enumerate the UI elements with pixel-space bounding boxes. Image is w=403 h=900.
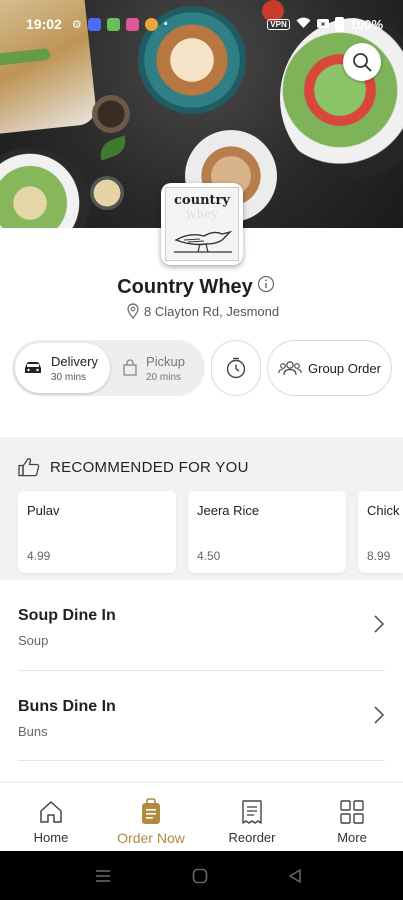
system-navigation-bar <box>0 851 403 900</box>
search-icon <box>353 53 372 72</box>
nav-order-now-label: Order Now <box>117 830 185 846</box>
svg-text:×: × <box>321 21 325 28</box>
settings-icon: ⚙ <box>71 18 82 31</box>
logo-text-line2: whey <box>186 207 218 221</box>
android-icon <box>106 17 120 31</box>
pickup-mode-button[interactable]: Pickup 20 mins <box>122 343 204 393</box>
category-title: Soup Dine In <box>18 607 116 624</box>
home-icon <box>40 801 62 823</box>
delivery-time: 30 mins <box>51 371 87 383</box>
category-row[interactable]: Buns Dine In Buns <box>0 671 403 761</box>
receipt-icon <box>242 800 262 824</box>
nav-order-now[interactable]: Order Now <box>101 783 201 852</box>
item-price: 4.50 <box>197 549 221 563</box>
schedule-order-button[interactable] <box>211 340 261 396</box>
delivery-mode-button[interactable]: Delivery 30 mins <box>15 343 110 393</box>
store-address: 8 Clayton Rd, Jesmond <box>126 303 279 319</box>
bird-logo-icon <box>174 230 233 253</box>
app-notification-icon <box>87 17 101 31</box>
car-icon <box>25 362 41 373</box>
app-notification-icon <box>144 17 158 31</box>
pickup-time: 20 mins <box>146 371 182 383</box>
store-name: Country Whey <box>117 276 253 298</box>
hero-spice-bowl <box>92 95 130 133</box>
chevron-right-icon <box>374 615 385 633</box>
chevron-right-icon <box>374 706 385 724</box>
item-name: Chick <box>367 503 400 518</box>
hero-leaf <box>96 135 130 161</box>
app-notification-icon <box>125 17 139 31</box>
battery-percentage: 100% <box>349 16 383 32</box>
hero-salad-plate <box>280 18 403 178</box>
order-bag-icon <box>142 798 160 824</box>
vpn-icon: VPN <box>267 18 290 30</box>
recommended-item-card[interactable]: Jeera Rice 4.50 <box>188 491 346 573</box>
bottom-navigation: Home Order Now Reorder More <box>0 782 403 851</box>
recommended-header: RECOMMENDED FOR YOU <box>18 457 249 477</box>
pickup-label: Pickup <box>146 353 186 369</box>
info-icon <box>257 275 275 293</box>
back-icon[interactable] <box>287 868 303 884</box>
recent-apps-icon[interactable] <box>95 869 111 883</box>
divider <box>18 760 385 761</box>
recommended-item-card[interactable]: Chick 8.99 <box>358 491 403 573</box>
group-order-label: Group Order <box>308 360 381 376</box>
thumbs-up-icon <box>18 458 40 477</box>
search-button[interactable] <box>343 43 381 81</box>
shopping-bag-icon <box>123 359 137 376</box>
timer-icon <box>226 357 246 379</box>
delivery-label: Delivery <box>51 353 98 369</box>
signal-icon: × <box>316 17 329 32</box>
nav-more[interactable]: More <box>302 783 402 852</box>
order-mode-toggle: Delivery 30 mins Pickup 20 mins <box>12 340 205 396</box>
hero-salad-bowl <box>0 148 90 228</box>
hero-dip-cup <box>90 176 124 210</box>
status-system-icons: VPN × 100% <box>267 16 383 32</box>
nav-reorder-label: Reorder <box>228 830 276 845</box>
wifi-icon <box>296 17 311 32</box>
group-users-icon <box>278 361 302 376</box>
nav-home-label: Home <box>33 830 69 845</box>
status-bar: 19:02 ⚙ • VPN × 100% <box>0 12 403 36</box>
home-circle-icon[interactable] <box>192 868 208 884</box>
nav-reorder[interactable]: Reorder <box>202 783 302 852</box>
recommended-section: RECOMMENDED FOR YOU Pulav 4.99 Jeera Ric… <box>0 437 403 580</box>
category-title: Buns Dine In <box>18 698 116 715</box>
item-price: 8.99 <box>367 549 391 563</box>
nav-more-label: More <box>337 830 367 845</box>
location-pin-icon <box>127 303 139 319</box>
store-info-button[interactable] <box>257 275 275 293</box>
item-price: 4.99 <box>27 549 51 563</box>
category-row[interactable]: Soup Dine In Soup <box>0 580 403 670</box>
address-text: 8 Clayton Rd, Jesmond <box>144 303 280 319</box>
category-subtitle: Buns <box>18 724 48 739</box>
group-order-button[interactable]: Group Order <box>267 340 392 396</box>
grid-icon <box>340 800 364 824</box>
recommended-title: RECOMMENDED FOR YOU <box>50 458 249 476</box>
battery-icon <box>334 16 344 32</box>
store-logo: country whey <box>161 183 243 265</box>
dot-icon: • <box>163 18 168 30</box>
item-name: Jeera Rice <box>197 503 260 518</box>
nav-home[interactable]: Home <box>1 783 101 852</box>
status-notification-icons: ⚙ • <box>71 17 168 31</box>
logo-text-line1: country <box>174 193 230 208</box>
status-time: 19:02 <box>26 16 62 32</box>
recommended-item-card[interactable]: Pulav 4.99 <box>18 491 176 573</box>
category-subtitle: Soup <box>18 633 49 648</box>
item-name: Pulav <box>27 503 60 518</box>
